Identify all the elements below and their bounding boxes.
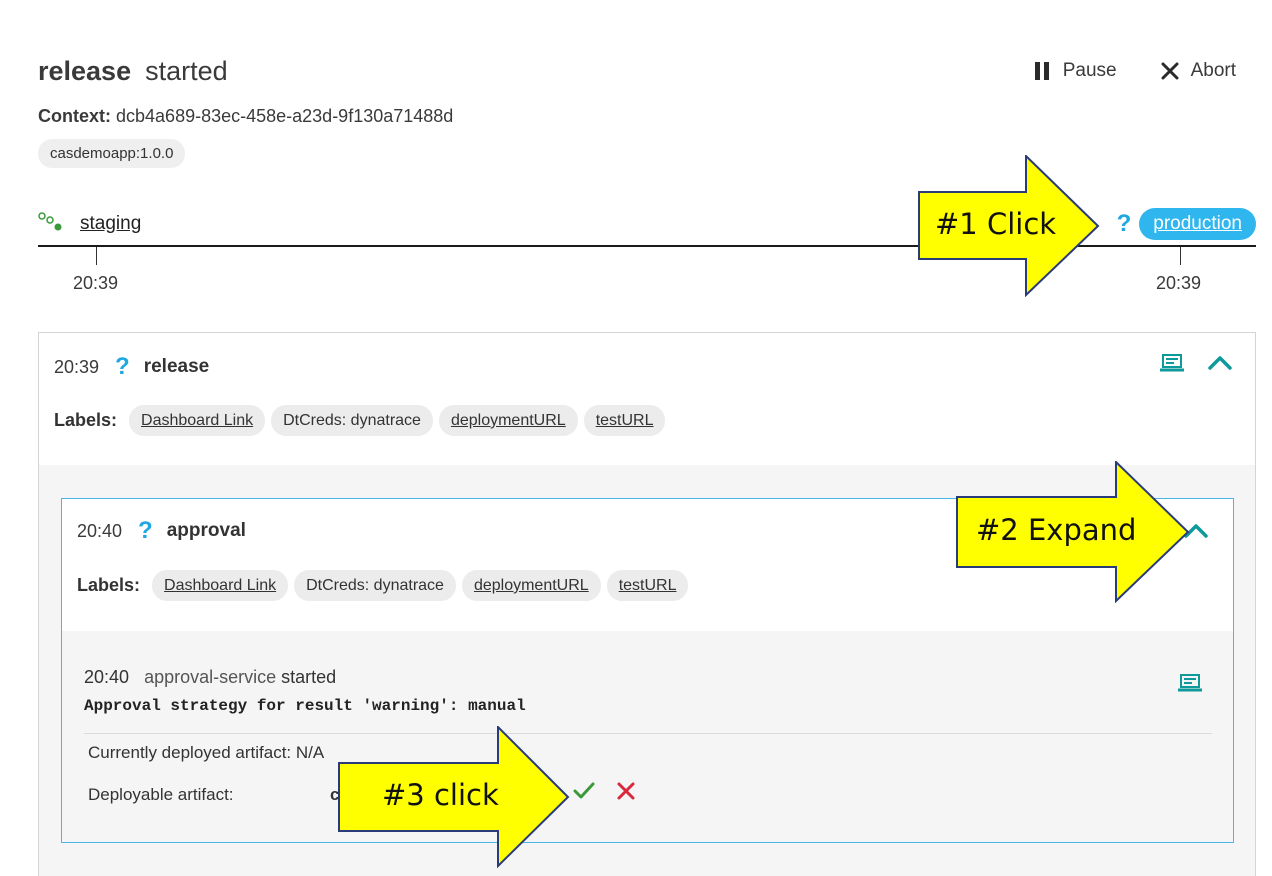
currently-deployed-row: Currently deployed artifact: N/A: [88, 743, 324, 763]
sequence-card-header: 20:39 ? release: [54, 353, 209, 381]
labels-title: Labels:: [77, 575, 141, 595]
progress-dots-icon: [38, 211, 64, 237]
approval-actions: [572, 781, 636, 806]
label-dtcreds: DtCreds: dynatrace: [271, 405, 433, 436]
laptop-icon[interactable]: [1159, 353, 1185, 378]
callout-label-2: #2 Expand: [976, 513, 1137, 547]
stage-label-production[interactable]: production: [1139, 208, 1256, 240]
sequence-card-actions: [1159, 353, 1233, 378]
callout-label-1: #1 Click: [935, 207, 1057, 241]
stage-label-staging[interactable]: staging: [80, 213, 141, 235]
question-icon: ?: [115, 353, 130, 380]
timeline-tick: [96, 247, 97, 265]
sequence-status: started: [145, 56, 228, 86]
event-time: 20:40: [84, 667, 130, 687]
labels-title: Labels:: [54, 410, 118, 430]
sequence-title: release: [38, 56, 132, 86]
abort-button[interactable]: Abort: [1161, 60, 1236, 82]
artifact-tag: casdemoapp:1.0.0: [38, 139, 186, 168]
context-label: Context:: [38, 106, 111, 126]
chevron-up-icon[interactable]: [1207, 355, 1233, 376]
callout-arrow-2: #2 Expand: [956, 461, 1190, 603]
stage-time-production: 20:39: [1156, 273, 1202, 293]
callout-arrow-1: #1 Click: [918, 155, 1100, 297]
approve-check-icon[interactable]: [572, 781, 596, 806]
approval-time: 20:40: [77, 520, 123, 541]
reject-x-icon[interactable]: [616, 781, 636, 806]
currently-deployed-label: Currently deployed artifact:: [88, 743, 292, 762]
timeline-tick: [1180, 247, 1181, 265]
label-deployment-url[interactable]: deploymentURL: [438, 405, 578, 436]
label-dtcreds: DtCreds: dynatrace: [294, 570, 456, 601]
event-row: 20:40 approval-service started: [84, 667, 336, 688]
abort-label: Abort: [1190, 60, 1236, 81]
approval-name: approval: [166, 520, 246, 541]
event-message: Approval strategy for result 'warning': …: [84, 697, 526, 715]
page-title: release started: [38, 56, 228, 87]
sequence-labels: Labels: Dashboard Link DtCreds: dynatrac…: [54, 405, 666, 436]
close-icon: [1161, 62, 1179, 80]
approval-card-body: 20:40 approval-service started Approval …: [62, 631, 1233, 842]
label-test-url[interactable]: testURL: [583, 405, 666, 436]
pause-label: Pause: [1062, 60, 1117, 81]
callout-arrow-3: #3 click: [338, 726, 570, 868]
label-deployment-url[interactable]: deploymentURL: [461, 570, 601, 601]
context-row: Context: dcb4a689-83ec-458e-a23d-9f130a7…: [38, 106, 453, 127]
sequence-name: release: [143, 356, 210, 377]
currently-deployed-value: N/A: [295, 743, 325, 762]
laptop-icon[interactable]: [1177, 673, 1203, 698]
event-service: approval-service: [144, 667, 277, 687]
label-dashboard-link[interactable]: Dashboard Link: [152, 570, 289, 601]
event-status: started: [281, 667, 337, 687]
pause-button[interactable]: Pause: [1033, 60, 1117, 82]
context-id: dcb4a689-83ec-458e-a23d-9f130a71488d: [116, 106, 454, 126]
label-test-url[interactable]: testURL: [606, 570, 689, 601]
callout-label-3: #3 click: [382, 778, 499, 812]
label-dashboard-link[interactable]: Dashboard Link: [129, 405, 266, 436]
sequence-time: 20:39: [54, 356, 100, 377]
stage-production[interactable]: ? production: [1117, 208, 1256, 240]
approval-labels: Labels: Dashboard Link DtCreds: dynatrac…: [77, 570, 689, 601]
deployable-label: Deployable artifact:: [88, 785, 234, 804]
question-icon: ?: [138, 517, 153, 544]
header-actions: Pause Abort: [1033, 60, 1236, 82]
stage-staging[interactable]: staging: [38, 211, 141, 237]
divider: [84, 733, 1212, 734]
stage-time-staging: 20:39: [73, 273, 119, 293]
sequence-card: 20:39 ? release Labels: Dashboard Link D…: [38, 332, 1256, 876]
question-icon: ?: [1116, 210, 1132, 237]
approval-card-header: 20:40 ? approval: [77, 517, 246, 545]
pause-icon: [1033, 61, 1051, 81]
